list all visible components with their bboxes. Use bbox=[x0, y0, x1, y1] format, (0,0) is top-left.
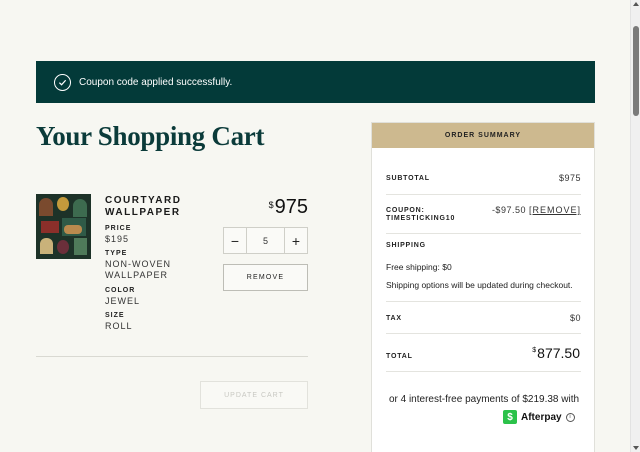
check-circle-icon bbox=[54, 73, 71, 91]
update-cart-button[interactable]: UPDATE CART bbox=[200, 381, 308, 409]
shipping-note: Shipping options will be updated during … bbox=[386, 280, 573, 290]
size-value: ROLL bbox=[105, 321, 133, 331]
tax-value: $0 bbox=[569, 313, 581, 323]
coupon-value: -$97.50 bbox=[491, 205, 526, 215]
item-total-price: $975 bbox=[269, 196, 308, 219]
type-label: TYPE bbox=[105, 250, 128, 257]
order-summary-header: ORDER SUMMARY bbox=[372, 123, 594, 148]
summary-divider bbox=[386, 301, 581, 302]
price-label: PRICE bbox=[105, 225, 132, 232]
summary-divider bbox=[386, 333, 581, 334]
summary-divider bbox=[386, 233, 581, 234]
type-value: NON-WOVEN WALLPAPER bbox=[105, 259, 171, 280]
cart-divider bbox=[36, 356, 308, 357]
page-title: Your Shopping Cart bbox=[36, 121, 265, 151]
coupon-label: COUPON: bbox=[386, 207, 425, 214]
banner-message: Coupon code applied successfully. bbox=[79, 76, 233, 88]
price-amount: 975 bbox=[274, 196, 308, 218]
afterpay-message: or 4 interest-free payments of $219.38 w… bbox=[388, 394, 580, 405]
color-value: JEWEL bbox=[105, 296, 141, 306]
page-scrollbar[interactable] bbox=[630, 0, 640, 452]
free-shipping-text: Free shipping: $0 bbox=[386, 262, 452, 272]
afterpay-name: Afterpay bbox=[521, 411, 562, 423]
coupon-code: TIMESTICKING10 bbox=[386, 215, 456, 222]
total-currency: $ bbox=[532, 347, 537, 354]
order-summary-panel: ORDER SUMMARY SUBTOTAL $975 COUPON: TIME… bbox=[371, 122, 595, 452]
shipping-label: SHIPPING bbox=[386, 242, 426, 249]
minus-icon[interactable]: − bbox=[224, 228, 247, 253]
scroll-up-arrow-icon[interactable] bbox=[633, 2, 639, 6]
summary-divider bbox=[386, 371, 581, 372]
subtotal-value: $975 bbox=[558, 173, 581, 183]
quantity-input[interactable]: 5 bbox=[247, 228, 284, 253]
coupon-success-banner: Coupon code applied successfully. bbox=[36, 61, 595, 103]
afterpay-logo-icon: $ bbox=[503, 410, 517, 424]
price-value: $195 bbox=[105, 234, 130, 244]
scroll-thumb[interactable] bbox=[633, 26, 639, 116]
price-currency: $ bbox=[268, 200, 274, 210]
tax-label: TAX bbox=[386, 315, 402, 322]
total-label: TOTAL bbox=[386, 353, 413, 360]
remove-item-button[interactable]: REMOVE bbox=[223, 264, 308, 291]
scroll-down-arrow-icon[interactable] bbox=[633, 446, 639, 450]
total-value: $877.50 bbox=[532, 345, 580, 361]
product-name[interactable]: COURTYARD WALLPAPER bbox=[105, 195, 215, 219]
coupon-remove-link[interactable]: [REMOVE] bbox=[529, 205, 581, 215]
quantity-stepper[interactable]: − 5 + bbox=[223, 227, 308, 254]
coupon-amount: -$97.50 [REMOVE] bbox=[492, 205, 581, 215]
info-icon[interactable]: i bbox=[565, 412, 575, 422]
product-thumbnail[interactable] bbox=[36, 194, 91, 259]
subtotal-label: SUBTOTAL bbox=[386, 175, 430, 182]
summary-divider bbox=[386, 194, 581, 195]
size-label: SIZE bbox=[105, 312, 125, 319]
color-label: COLOR bbox=[105, 287, 136, 294]
plus-icon[interactable]: + bbox=[284, 228, 307, 253]
afterpay-badge[interactable]: $ Afterpay i bbox=[503, 410, 575, 424]
total-amount: 877.50 bbox=[537, 345, 580, 361]
